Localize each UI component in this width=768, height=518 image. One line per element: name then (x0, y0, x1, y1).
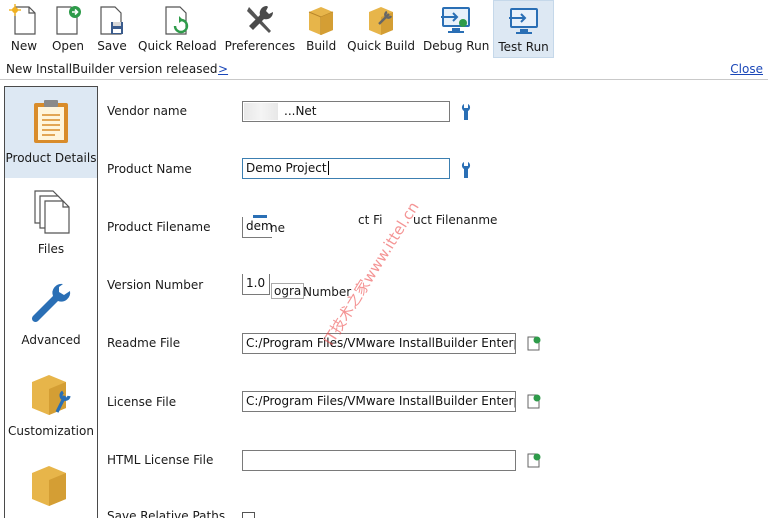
toolbar: New Open Save Quick Reload Preferences B… (0, 0, 768, 58)
clipboard-icon (28, 97, 74, 145)
html-license-file-input[interactable] (242, 450, 516, 471)
readme-browse-icon[interactable] (526, 335, 542, 351)
sidebar: Product Details Files Advanced Customiza… (4, 86, 98, 518)
redacted-vendor-text (244, 103, 278, 120)
open-file-icon (50, 3, 86, 37)
open-button[interactable]: Open (46, 0, 90, 58)
ghost-text: ogra (271, 283, 305, 299)
sidebar-item-files[interactable]: Files (5, 178, 97, 269)
reload-icon (159, 3, 195, 37)
debug-run-button[interactable]: Debug Run (419, 0, 493, 58)
save-relative-paths-checkbox[interactable] (242, 512, 255, 518)
product-filename-input[interactable]: demo (242, 217, 272, 238)
box-icon (28, 461, 74, 509)
update-notification-bar: New InstallBuilder version released > Cl… (0, 60, 768, 80)
quick-reload-button[interactable]: Quick Reload (134, 0, 221, 58)
tools-icon (242, 3, 278, 37)
preferences-button[interactable]: Preferences (221, 0, 300, 58)
sidebar-item-customization[interactable]: Customization (5, 360, 97, 451)
vendor-name-wrench-icon[interactable] (459, 103, 473, 121)
save-relative-paths-label: Save Relative Paths (107, 509, 226, 518)
box-wrench-icon (28, 370, 74, 418)
render-artifact (253, 215, 267, 218)
update-details-link[interactable]: > (218, 62, 228, 76)
build-button[interactable]: Build (299, 0, 343, 58)
license-file-label: License File (107, 395, 177, 409)
monitor-run-icon (506, 4, 542, 38)
license-browse-icon[interactable] (526, 393, 542, 409)
monitor-debug-icon (438, 3, 474, 37)
version-number-label: Version Number (107, 278, 204, 292)
sidebar-item-packaging[interactable] (5, 451, 97, 518)
save-button[interactable]: Save (90, 0, 134, 58)
version-number-input[interactable]: 1.0 (242, 274, 270, 295)
readme-file-input[interactable]: C:/Program Files/VMware InstallBuilder E… (242, 333, 516, 354)
sidebar-item-product-details[interactable]: Product Details (5, 87, 97, 178)
close-notification-link[interactable]: Close (730, 62, 763, 76)
quick-build-button[interactable]: Quick Build (343, 0, 419, 58)
new-button[interactable]: New (2, 0, 46, 58)
product-name-label: Product Name (107, 162, 192, 176)
product-name-input[interactable]: Demo Project (242, 158, 450, 179)
update-message: New InstallBuilder version released (6, 62, 218, 76)
box-icon (303, 3, 339, 37)
ghost-text: uct Filenanme (413, 213, 498, 227)
vendor-name-label: Vendor name (107, 104, 188, 118)
sidebar-item-advanced[interactable]: Advanced (5, 269, 97, 360)
wrench-icon (28, 279, 74, 327)
ghost-text: ct Fi (358, 213, 383, 227)
new-file-icon (6, 3, 42, 37)
box-wrench-icon (363, 3, 399, 37)
files-icon (28, 188, 74, 236)
test-run-button[interactable]: Test Run (493, 0, 554, 58)
product-filename-label: Product Filename (107, 220, 211, 234)
save-icon (94, 3, 130, 37)
readme-file-label: Readme File (107, 336, 181, 350)
html-license-browse-icon[interactable] (526, 452, 542, 468)
product-name-wrench-icon[interactable] (459, 161, 473, 179)
ghost-text: ne (270, 221, 285, 235)
html-license-file-label: HTML License File (107, 453, 214, 467)
license-file-input[interactable]: C:/Program Files/VMware InstallBuilder E… (242, 391, 516, 412)
